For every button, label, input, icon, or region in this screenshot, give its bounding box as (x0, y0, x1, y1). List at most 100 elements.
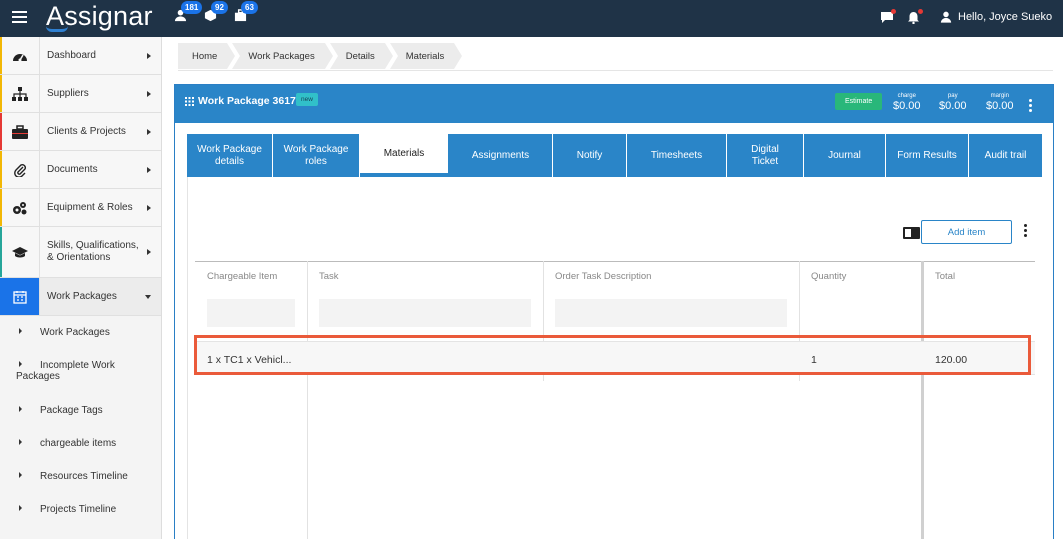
sidebar-item-label: Documents (47, 163, 98, 175)
stat-label: pay (947, 93, 958, 99)
hamburger-menu-icon[interactable] (12, 11, 27, 24)
tab-notify[interactable]: Notify (553, 134, 627, 177)
sidebar-item-documents[interactable]: Documents (0, 151, 161, 189)
jobs-count-badge: 63 (241, 1, 258, 14)
tab-work-package-roles[interactable]: Work Package roles (273, 134, 360, 177)
sidebar-item-label: Work Packages (47, 290, 117, 302)
column-divider-frozen (921, 261, 924, 539)
tab-digital-ticket[interactable]: Digital Ticket (727, 134, 804, 177)
column-header-quantity[interactable]: Quantity (811, 271, 846, 282)
breadcrumb-details[interactable]: Details (329, 43, 393, 69)
chevron-down-icon (145, 294, 151, 299)
sidebar-subitem-label: Incomplete Work Packages (16, 360, 115, 382)
breadcrumb-materials[interactable]: Materials (389, 43, 462, 69)
pay-stat: pay $0.00 (939, 93, 967, 112)
sidebar-item-equipment-roles[interactable]: Equipment & Roles (0, 189, 161, 227)
user-menu[interactable]: Hello, Joyce Sueko (940, 11, 1052, 23)
dashboard-gauge-icon (0, 37, 40, 74)
sidebar-subitem-projects-timeline[interactable]: Projects Timeline (0, 504, 160, 515)
breadcrumb-work-packages[interactable]: Work Packages (232, 43, 334, 69)
breadcrumb-home[interactable]: Home (178, 43, 236, 69)
packages-count-badge: 92 (211, 1, 228, 14)
sidebar-subitem-chargeable-items[interactable]: chargeable items (0, 438, 160, 449)
chevron-right-icon (147, 166, 151, 173)
sidebar-stripe (0, 189, 2, 226)
sidebar-subitem-incomplete-work-packages[interactable]: Incomplete Work Packages (0, 360, 160, 382)
package-cube-icon[interactable]: 92 (204, 1, 228, 25)
chevron-right-icon (147, 204, 151, 211)
estimate-button[interactable]: Estimate (835, 93, 883, 110)
tab-work-package-details[interactable]: Work Package details (187, 134, 273, 177)
graduation-cap-icon (0, 227, 40, 277)
sidebar-item-clients-projects[interactable]: Clients & Projects (0, 113, 161, 151)
column-header-chargeable-item[interactable]: Chargeable Item (207, 271, 277, 282)
caret-right-icon (19, 406, 22, 412)
org-chart-icon (0, 75, 40, 112)
sidebar-stripe (0, 227, 2, 277)
chat-icon[interactable] (880, 9, 896, 25)
sidebar-item-label: Skills, Qualifications, & Orientations (47, 240, 139, 263)
sidebar-subitem-resources-timeline[interactable]: Resources Timeline (0, 471, 160, 482)
column-header-task[interactable]: Task (319, 271, 339, 282)
sidebar-stripe (0, 113, 2, 150)
tab-assignments[interactable]: Assignments (449, 134, 553, 177)
work-package-title: Work Package 3617 (198, 95, 296, 107)
panel-more-options-icon[interactable] (1029, 99, 1032, 114)
sidebar-item-label: Equipment & Roles (47, 201, 133, 213)
table-row[interactable]: 1 x TC1 x Vehicl... 1 120.00 (195, 341, 1035, 375)
stat-value: $0.00 (893, 100, 921, 112)
cell-chargeable-item: 1 x TC1 x Vehicl... (207, 354, 292, 366)
people-count-badge: 181 (181, 1, 203, 14)
logo-swoosh (46, 26, 68, 32)
chevron-right-icon (147, 90, 151, 97)
sidebar-subitem-label: Resources Timeline (40, 471, 128, 482)
top-bar: Assignar 181 92 63 Hello, Joyce Sueko (0, 0, 1063, 37)
status-badge: new (296, 93, 318, 106)
briefcase-icon (0, 113, 40, 150)
sidebar-stripe (0, 151, 2, 188)
chevron-right-icon (147, 52, 151, 59)
tab-form-results[interactable]: Form Results (886, 134, 969, 177)
breadcrumb-divider (178, 70, 1053, 71)
sidebar-item-dashboard[interactable]: Dashboard (0, 37, 161, 75)
tab-journal[interactable]: Journal (804, 134, 886, 177)
table-top-border (195, 261, 1035, 262)
people-icon[interactable]: 181 (174, 1, 203, 25)
briefcase-icon[interactable]: 63 (234, 1, 258, 25)
sidebar-item-label: Suppliers (47, 87, 89, 99)
stat-value: $0.00 (939, 100, 967, 112)
tab-materials[interactable]: Materials (360, 134, 449, 173)
sidebar-subitem-work-packages[interactable]: Work Packages (0, 327, 160, 338)
filter-input-order-task-description[interactable] (555, 299, 787, 327)
sidebar: Dashboard Suppliers Clients & Projects D… (0, 37, 162, 539)
stat-value: $0.00 (986, 100, 1014, 112)
tab-timesheets[interactable]: Timesheets (627, 134, 727, 177)
bell-notification-dot (918, 9, 923, 14)
column-divider (307, 261, 308, 539)
caret-right-icon (19, 505, 22, 511)
column-header-total[interactable]: Total (935, 271, 955, 282)
page-title: Work Package 3617 (185, 95, 296, 107)
add-item-button[interactable]: Add item (921, 220, 1012, 244)
sidebar-stripe (0, 75, 2, 112)
sidebar-item-suppliers[interactable]: Suppliers (0, 75, 161, 113)
filter-input-chargeable-item[interactable] (207, 299, 295, 327)
sidebar-item-label: Clients & Projects (47, 125, 126, 137)
sidebar-item-skills[interactable]: Skills, Qualifications, & Orientations (0, 227, 161, 278)
caret-right-icon (19, 439, 22, 445)
table-more-options-icon[interactable] (1024, 224, 1027, 239)
sidebar-item-label: Dashboard (47, 49, 96, 61)
bell-icon[interactable] (907, 9, 923, 25)
sidebar-item-work-packages[interactable]: Work Packages (0, 278, 161, 316)
chevron-right-icon (147, 128, 151, 135)
filter-input-task[interactable] (319, 299, 531, 327)
sidebar-subitem-label: Projects Timeline (40, 504, 117, 515)
panel-header: Work Package 3617 new Estimate charge $0… (175, 85, 1053, 123)
chevron-right-icon (147, 249, 151, 255)
column-toggle-icon[interactable] (903, 227, 920, 239)
sidebar-subitem-label: Package Tags (40, 405, 103, 416)
user-avatar-icon (940, 11, 952, 23)
column-header-order-task-description[interactable]: Order Task Description (555, 271, 651, 282)
tab-audit-trail[interactable]: Audit trail (969, 134, 1042, 177)
sidebar-subitem-package-tags[interactable]: Package Tags (0, 405, 160, 416)
